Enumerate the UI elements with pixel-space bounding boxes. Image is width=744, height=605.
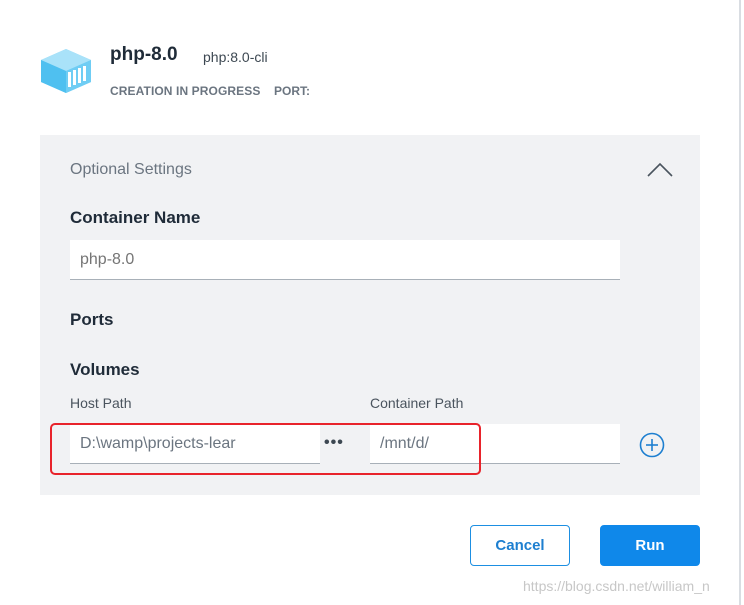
watermark-text: https://blog.csdn.net/william_n xyxy=(523,578,710,594)
container-name-input[interactable] xyxy=(70,240,620,280)
optional-settings-panel: Optional Settings Container Name Ports V… xyxy=(40,135,700,495)
container-title: php-8.0 xyxy=(110,44,178,65)
container-header: php-8.0 php:8.0-cli CREATION IN PROGRESS… xyxy=(0,0,740,130)
host-path-label: Host Path xyxy=(70,395,132,411)
more-horizontal-icon[interactable]: ••• xyxy=(324,434,344,452)
container-path-input[interactable]: /mnt/d/ xyxy=(370,424,620,464)
container-image: php:8.0-cli xyxy=(203,49,268,65)
host-path-input[interactable]: D:\wamp\projects-lear xyxy=(70,424,320,464)
container-name-label: Container Name xyxy=(70,208,201,227)
chevron-up-icon[interactable] xyxy=(645,159,675,181)
container-path-label: Container Path xyxy=(370,395,464,411)
volumes-label: Volumes xyxy=(70,360,140,379)
port-label: PORT: xyxy=(274,84,310,98)
ports-label: Ports xyxy=(70,310,114,329)
creation-status: CREATION IN PROGRESS xyxy=(110,84,261,98)
plus-circle-icon[interactable] xyxy=(639,432,665,458)
container-cube-icon xyxy=(41,49,91,93)
run-button[interactable]: Run xyxy=(600,525,700,566)
optional-settings-title: Optional Settings xyxy=(70,161,192,178)
cancel-button[interactable]: Cancel xyxy=(470,525,570,566)
